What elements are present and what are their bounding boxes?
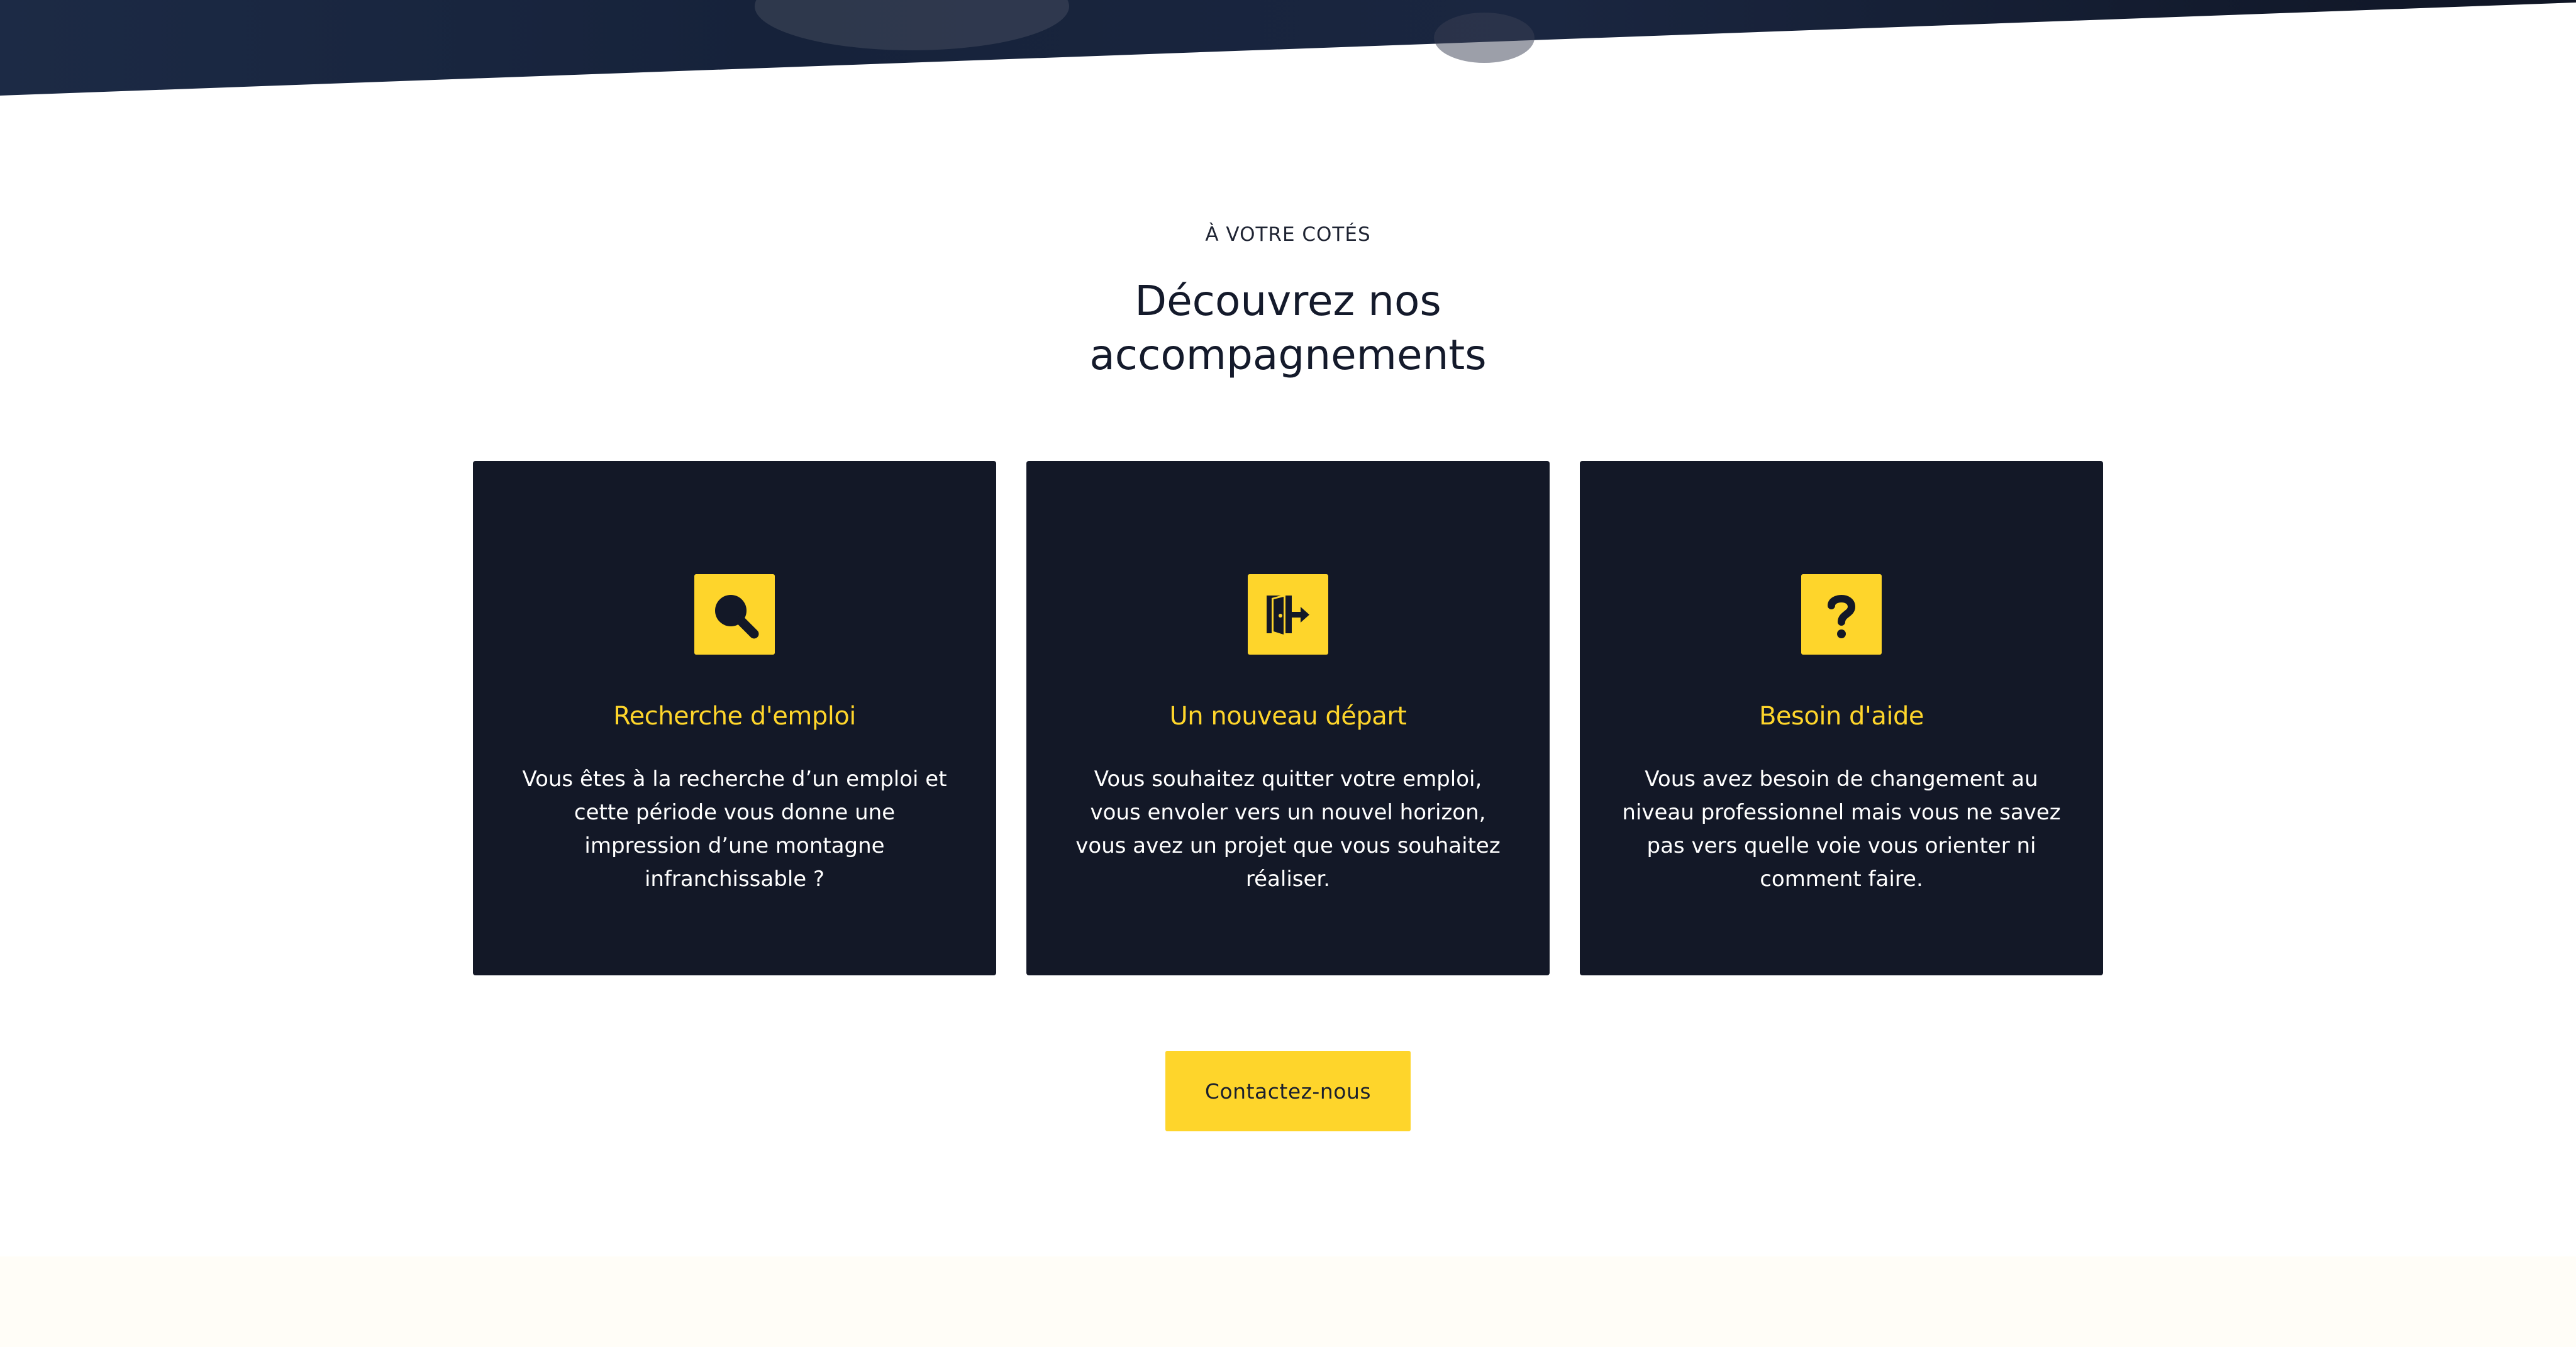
- hero-image-edge: [0, 0, 2576, 101]
- card-text: Vous souhaitez quitter votre emploi, vou…: [1075, 767, 1501, 892]
- contact-button[interactable]: Contactez-nous: [1165, 1051, 1411, 1131]
- door-exit-icon: [1248, 574, 1328, 655]
- card-text: Vous êtes à la recherche d’un emploi et …: [522, 767, 947, 892]
- service-card-help: Besoin d'aide Vous avez besoin de change…: [1580, 461, 2103, 975]
- service-card-new-start: Un nouveau départ Vous souhaitez quitter…: [1026, 461, 1550, 975]
- card-title: Besoin d'aide: [1758, 702, 1924, 731]
- question-mark-icon: [1801, 574, 1882, 655]
- next-section-background: [0, 1256, 2576, 1347]
- services-cards: Recherche d'emploi Vous êtes à la recher…: [473, 461, 2103, 975]
- card-text: Vous avez besoin de changement au niveau…: [1622, 767, 2061, 892]
- section-heading: Découvrez nos accompagnements: [1089, 277, 1487, 379]
- card-title: Recherche d'emploi: [613, 702, 856, 731]
- magnifier-icon: [694, 574, 775, 655]
- section-eyebrow: À VOTRE COTÉS: [1205, 223, 1371, 246]
- card-title: Un nouveau départ: [1169, 702, 1407, 731]
- service-card-job-search: Recherche d'emploi Vous êtes à la recher…: [473, 461, 996, 975]
